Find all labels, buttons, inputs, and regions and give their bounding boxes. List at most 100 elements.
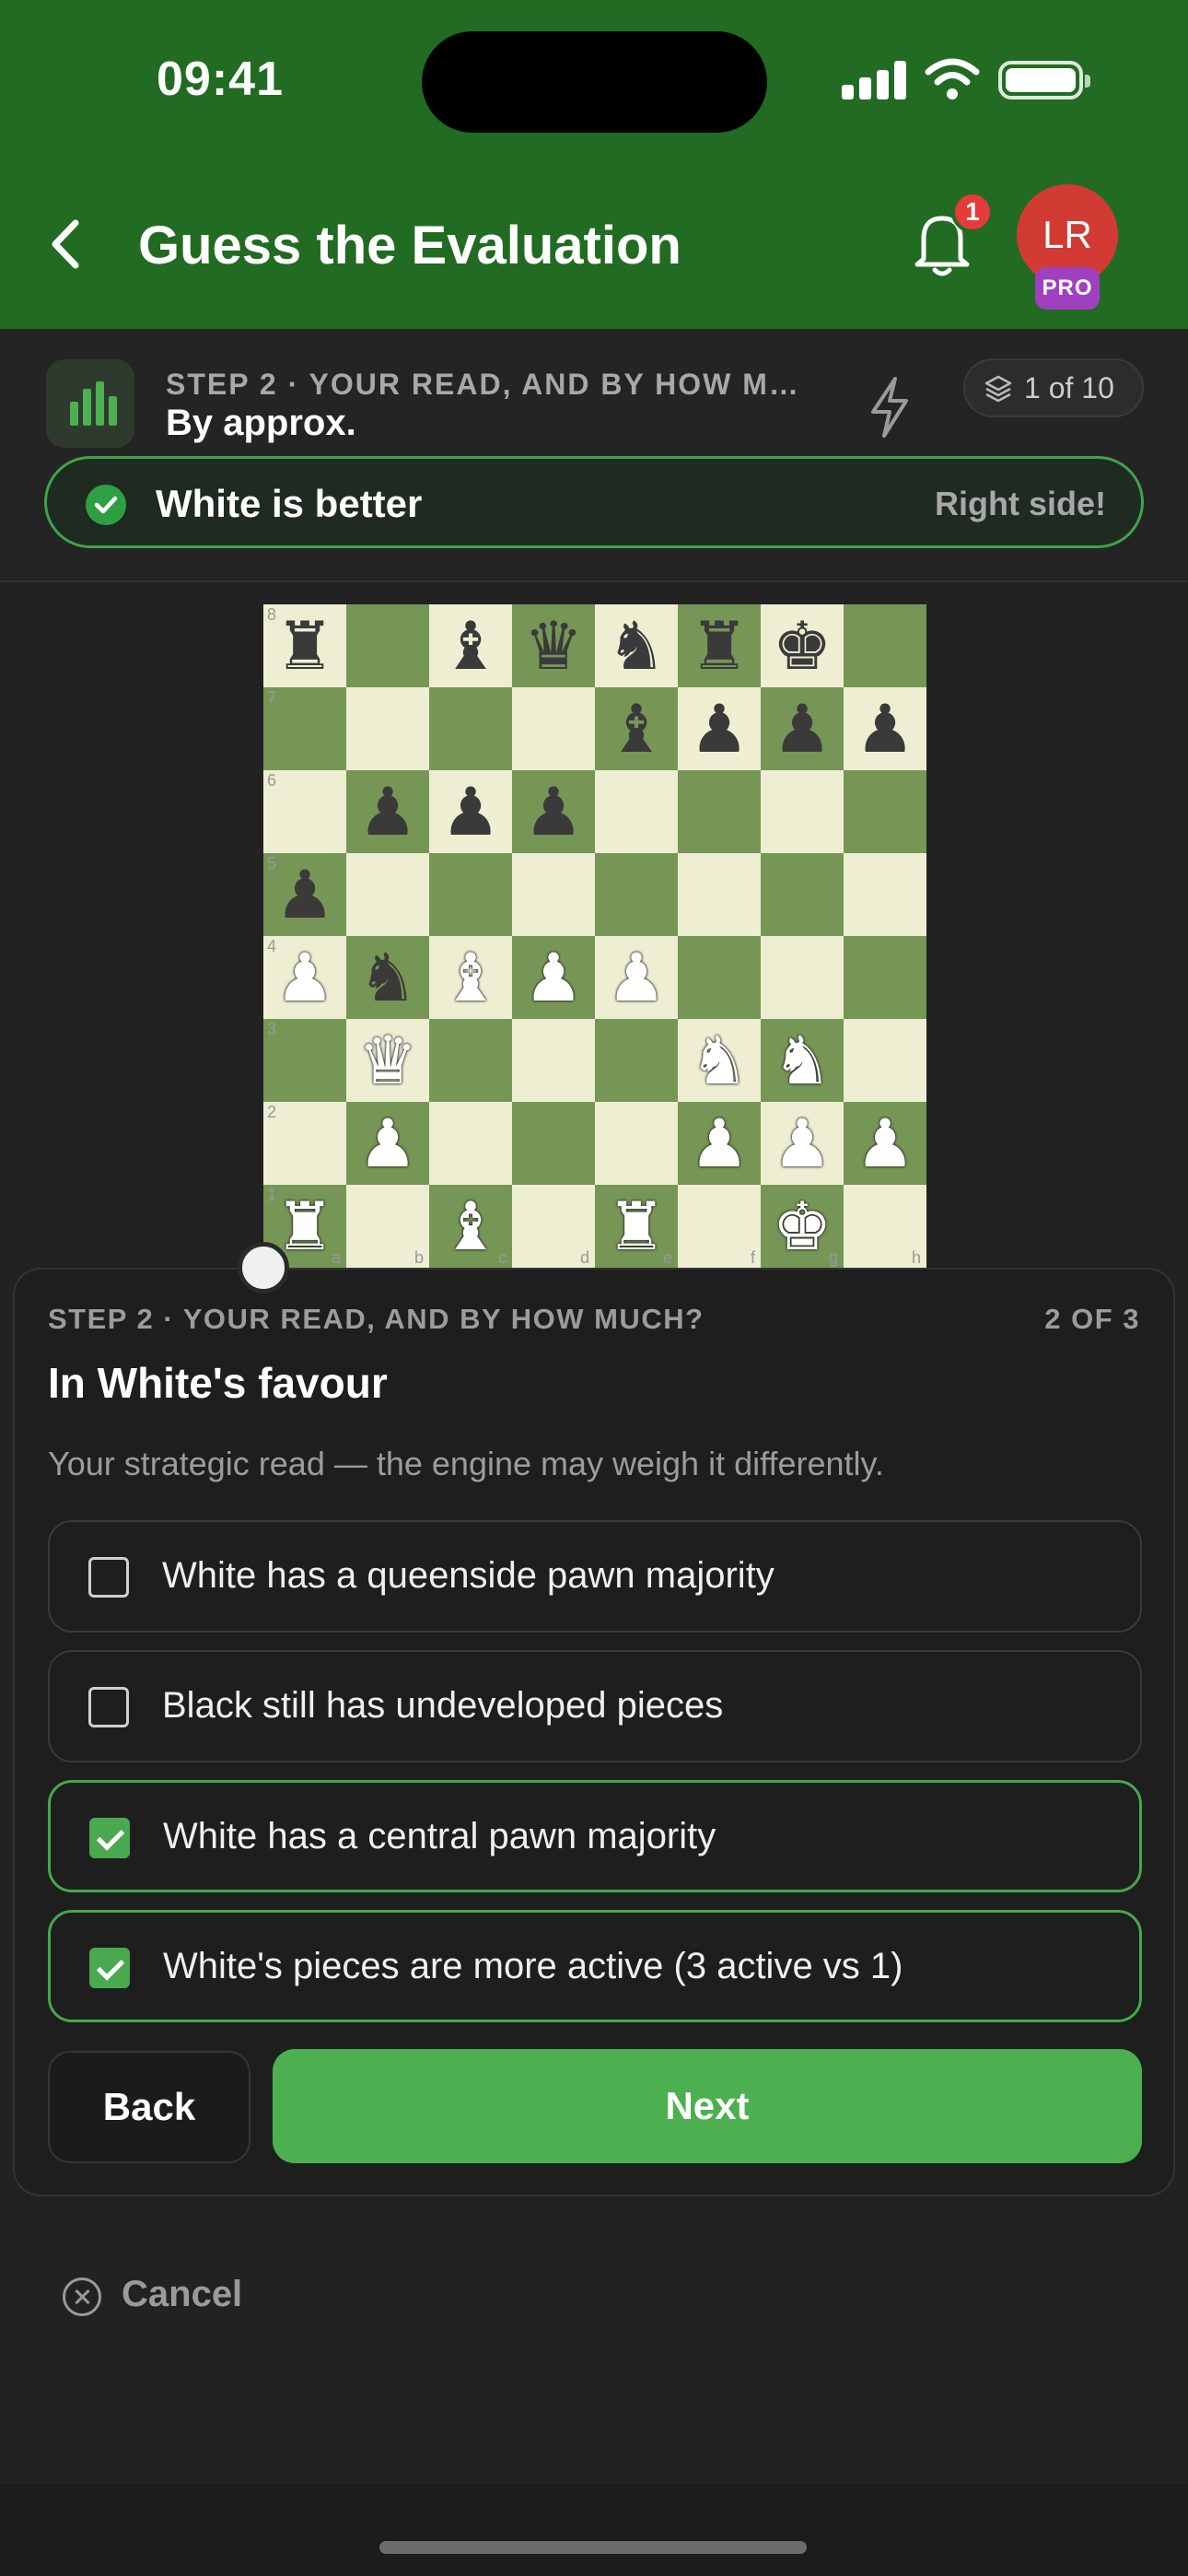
square-e6[interactable] [595,770,678,853]
white-pawn-icon[interactable]: ♟ [358,1110,418,1177]
back-button[interactable]: Back [48,2051,250,2163]
square-e8[interactable]: ♞ [595,604,678,687]
square-c4[interactable]: ♝ [429,936,512,1019]
square-a6[interactable]: 6 [263,770,346,853]
white-pawn-icon[interactable]: ♟ [607,944,667,1011]
lightning-icon[interactable] [862,375,917,439]
black-knight-icon[interactable]: ♞ [358,944,418,1011]
square-a2[interactable]: 2 [263,1102,346,1185]
square-e1[interactable]: e ♜ [595,1185,678,1268]
square-g4[interactable] [761,936,844,1019]
square-d1[interactable]: d [512,1185,595,1268]
square-e2[interactable] [595,1102,678,1185]
square-e5[interactable] [595,853,678,936]
black-bishop-icon[interactable]: ♝ [607,696,667,762]
square-g6[interactable] [761,770,844,853]
square-f2[interactable]: ♟ [678,1102,761,1185]
square-f6[interactable] [678,770,761,853]
square-e7[interactable]: ♝ [595,687,678,770]
square-d2[interactable] [512,1102,595,1185]
square-h7[interactable]: ♟ [844,687,926,770]
square-a4[interactable]: 4 ♟ [263,936,346,1019]
square-a8[interactable]: 8 ♜ [263,604,346,687]
back-arrow-icon[interactable] [37,212,101,276]
next-button[interactable]: Next [273,2049,1142,2163]
square-f7[interactable]: ♟ [678,687,761,770]
square-f5[interactable] [678,853,761,936]
square-g7[interactable]: ♟ [761,687,844,770]
square-h3[interactable] [844,1019,926,1102]
black-pawn-icon[interactable]: ♟ [773,696,833,762]
white-rook-icon[interactable]: ♜ [607,1193,667,1259]
square-d6[interactable]: ♟ [512,770,595,853]
square-h1[interactable]: h [844,1185,926,1268]
black-pawn-icon[interactable]: ♟ [275,861,335,928]
square-g1[interactable]: g ♚ [761,1185,844,1268]
white-bishop-icon[interactable]: ♝ [441,1193,501,1259]
square-b3[interactable]: ♛ [346,1019,429,1102]
square-f1[interactable]: f [678,1185,761,1268]
checkbox[interactable] [88,1557,129,1598]
square-d7[interactable] [512,687,595,770]
square-f4[interactable] [678,936,761,1019]
black-pawn-icon[interactable]: ♟ [358,779,418,845]
square-g5[interactable] [761,853,844,936]
square-d4[interactable]: ♟ [512,936,595,1019]
square-b1[interactable]: b [346,1185,429,1268]
square-h8[interactable] [844,604,926,687]
black-queen-icon[interactable]: ♛ [524,613,584,679]
square-d8[interactable]: ♛ [512,604,595,687]
square-c6[interactable]: ♟ [429,770,512,853]
option-queenside-majority[interactable]: White has a queenside pawn majority [48,1520,1142,1633]
white-knight-icon[interactable]: ♞ [690,1027,750,1094]
white-pawn-icon[interactable]: ♟ [773,1110,833,1177]
square-c8[interactable]: ♝ [429,604,512,687]
square-b6[interactable]: ♟ [346,770,429,853]
square-b4[interactable]: ♞ [346,936,429,1019]
black-pawn-icon[interactable]: ♟ [690,696,750,762]
black-rook-icon[interactable]: ♜ [275,613,335,679]
square-h6[interactable] [844,770,926,853]
square-d3[interactable] [512,1019,595,1102]
square-c2[interactable] [429,1102,512,1185]
checkbox-checked[interactable] [89,1948,130,1988]
white-queen-icon[interactable]: ♛ [358,1027,418,1094]
square-f8[interactable]: ♜ [678,604,761,687]
square-b2[interactable]: ♟ [346,1102,429,1185]
white-pawn-icon[interactable]: ♟ [690,1110,750,1177]
square-c1[interactable]: c ♝ [429,1185,512,1268]
white-pawn-icon[interactable]: ♟ [856,1110,915,1177]
square-c7[interactable] [429,687,512,770]
square-c3[interactable] [429,1019,512,1102]
black-pawn-icon[interactable]: ♟ [856,696,915,762]
square-a7[interactable]: 7 [263,687,346,770]
square-h4[interactable] [844,936,926,1019]
square-b7[interactable] [346,687,429,770]
black-pawn-icon[interactable]: ♟ [524,779,584,845]
white-rook-icon[interactable]: ♜ [275,1193,335,1259]
black-bishop-icon[interactable]: ♝ [441,613,501,679]
checkbox-checked[interactable] [89,1818,130,1858]
square-b5[interactable] [346,853,429,936]
square-g8[interactable]: ♚ [761,604,844,687]
home-indicator[interactable] [379,2541,807,2554]
black-pawn-icon[interactable]: ♟ [441,779,501,845]
black-king-icon[interactable]: ♚ [773,613,833,679]
black-rook-icon[interactable]: ♜ [690,613,750,679]
sheet-drag-handle[interactable] [238,1242,289,1294]
square-h5[interactable] [844,853,926,936]
square-d5[interactable] [512,853,595,936]
white-pawn-icon[interactable]: ♟ [524,944,584,1011]
white-king-icon[interactable]: ♚ [773,1193,833,1259]
square-c5[interactable] [429,853,512,936]
option-central-majority[interactable]: White has a central pawn majority [48,1780,1142,1892]
square-e4[interactable]: ♟ [595,936,678,1019]
white-bishop-icon[interactable]: ♝ [441,944,501,1011]
square-g2[interactable]: ♟ [761,1102,844,1185]
square-h2[interactable]: ♟ [844,1102,926,1185]
black-knight-icon[interactable]: ♞ [607,613,667,679]
white-pawn-icon[interactable]: ♟ [275,944,335,1011]
square-a5[interactable]: 5 ♟ [263,853,346,936]
square-e3[interactable] [595,1019,678,1102]
option-active-pieces[interactable]: White's pieces are more active (3 active… [48,1910,1142,2022]
